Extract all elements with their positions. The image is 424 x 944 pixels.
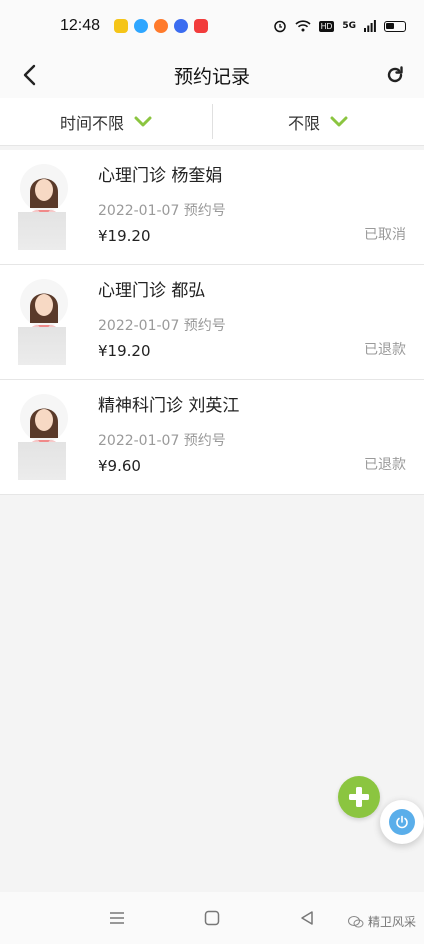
menu-button[interactable] <box>102 903 132 933</box>
watermark-text: 精卫风采 <box>367 915 416 929</box>
appointment-item[interactable]: 心理门诊 杨奎娟 2022-01-07 预约号 ¥19.20 已取消 <box>0 150 424 265</box>
status-bar: 12:48 HD 5G <box>0 0 424 52</box>
app-notification-icon <box>134 19 149 33</box>
network-label: 5G <box>342 21 356 31</box>
battery-icon <box>384 20 406 32</box>
app-notification-icon <box>154 19 169 33</box>
appointment-status: 已退款 <box>364 457 406 473</box>
power-icon-wrap <box>389 809 415 835</box>
status-filter-label: 不限 <box>287 113 320 133</box>
refresh-icon <box>387 66 403 83</box>
add-appointment-button[interactable] <box>338 776 380 818</box>
appointment-item[interactable]: 心理门诊 都弘 2022-01-07 预约号 ¥19.20 已退款 <box>0 265 424 380</box>
appointment-date: 2022-01-07 预约号 <box>98 318 226 334</box>
back-arrow-icon <box>23 64 36 86</box>
doctor-avatar <box>18 279 70 365</box>
system-back-button[interactable] <box>292 903 322 933</box>
wifi-icon <box>295 20 311 32</box>
appointment-date: 2022-01-07 预约号 <box>98 203 226 219</box>
app-notification-icon <box>194 19 209 33</box>
filter-bar: 时间不限 不限 <box>0 98 424 146</box>
status-filter-dropdown[interactable]: 不限 <box>212 98 424 145</box>
appointment-status: 已退款 <box>364 342 406 358</box>
appointment-title: 精神科门诊 刘英江 <box>98 396 240 416</box>
status-indicators: HD 5G <box>273 19 406 33</box>
chevron-down-icon <box>330 116 348 126</box>
back-triangle-icon <box>300 911 313 925</box>
app-notification-icon <box>114 19 129 33</box>
appointment-status: 已取消 <box>364 227 406 243</box>
app-notification-icon <box>174 19 189 33</box>
status-app-icons <box>114 19 209 33</box>
blurred-photo <box>18 327 66 365</box>
plus-icon <box>349 787 369 807</box>
page-title: 预约记录 <box>173 65 250 88</box>
time-filter-label: 时间不限 <box>59 113 124 133</box>
appointment-list: 心理门诊 杨奎娟 2022-01-07 预约号 ¥19.20 已取消 心理门诊 … <box>0 150 424 495</box>
nav-bar: 预约记录 <box>0 52 424 98</box>
signal-icon <box>364 20 376 32</box>
refresh-button[interactable] <box>380 60 410 90</box>
floating-assist-button[interactable] <box>380 800 424 844</box>
wechat-icon <box>347 915 364 927</box>
blurred-photo <box>18 212 66 250</box>
appointment-title: 心理门诊 都弘 <box>98 281 206 301</box>
alarm-icon <box>274 20 286 33</box>
doctor-avatar <box>18 164 70 250</box>
appointment-date: 2022-01-07 预约号 <box>98 433 226 449</box>
power-icon <box>396 815 408 829</box>
home-square-icon <box>204 910 220 926</box>
appointment-title: 心理门诊 杨奎娟 <box>98 166 223 186</box>
hd-badge: HD <box>318 20 335 32</box>
back-button[interactable] <box>14 60 44 90</box>
blurred-photo <box>18 442 66 480</box>
doctor-avatar <box>18 394 70 480</box>
status-time: 12:48 <box>60 17 101 34</box>
chevron-down-icon <box>134 116 152 126</box>
watermark: 精卫风采 <box>347 913 416 930</box>
menu-icon <box>110 912 125 924</box>
time-filter-dropdown[interactable]: 时间不限 <box>0 98 212 145</box>
appointment-item[interactable]: 精神科门诊 刘英江 2022-01-07 预约号 ¥9.60 已退款 <box>0 380 424 495</box>
home-button[interactable] <box>197 903 227 933</box>
